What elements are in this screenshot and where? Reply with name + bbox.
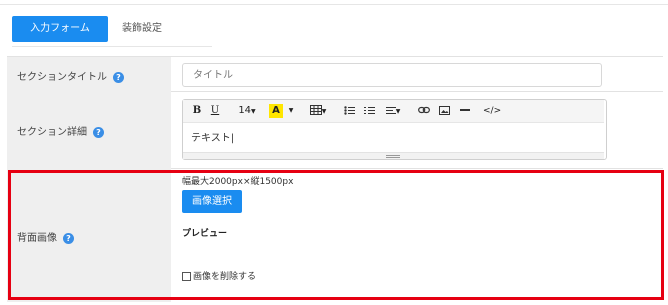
resize-handle[interactable] (183, 152, 604, 159)
row-label-background-image: 背面画像? (7, 168, 171, 302)
section-detail-label: セクション詳細 (17, 127, 87, 138)
row-label-section-title: セクションタイトル? (7, 57, 171, 91)
image-icon[interactable] (437, 104, 451, 118)
align-icon[interactable]: ▼ (383, 104, 403, 118)
form-tabs: 入力フォーム 装飾設定 (12, 16, 212, 47)
horizontal-rule-icon[interactable] (459, 104, 471, 118)
editor-toolbar: B U 14▼ A ▼ ▼ ▼ </> (183, 100, 604, 123)
numbered-list-icon[interactable] (363, 104, 375, 118)
section-title-input[interactable]: タイトル (182, 63, 602, 87)
delete-image-option[interactable]: 画像を削除する (182, 269, 256, 282)
underline-button[interactable]: U (209, 104, 221, 118)
row-section-title: セクションタイトル? タイトル (7, 57, 663, 92)
code-view-button[interactable]: </> (483, 104, 501, 118)
preview-label: プレビュー (182, 229, 228, 239)
help-icon[interactable]: ? (93, 126, 104, 138)
editor-content[interactable]: テキスト| (191, 129, 234, 144)
bold-button[interactable]: B (191, 104, 203, 118)
font-size-value: 14 (238, 105, 252, 116)
link-icon[interactable] (417, 104, 431, 118)
image-size-note: 幅最大2000px×縦1500px (182, 177, 294, 187)
row-background-image: 背面画像? 幅最大2000px×縦1500px 画像選択 プレビュー 画像を削除… (7, 168, 663, 302)
delete-image-checkbox[interactable] (182, 272, 191, 281)
tab-input-form[interactable]: 入力フォーム (12, 16, 108, 42)
font-color-button[interactable]: A (269, 104, 283, 118)
help-icon[interactable]: ? (63, 232, 74, 244)
section-title-label: セクションタイトル (17, 72, 107, 83)
delete-image-label: 画像を削除する (193, 272, 257, 282)
background-image-label: 背面画像 (17, 233, 57, 244)
row-section-detail: セクション詳細? B U 14▼ A ▼ ▼ ▼ </> テキスト| (7, 91, 663, 169)
form-table: セクションタイトル? タイトル セクション詳細? B U 14▼ A ▼ ▼ ▼… (7, 56, 663, 302)
bullet-list-icon[interactable] (343, 104, 355, 118)
chevron-down-icon[interactable]: ▼ (287, 104, 295, 118)
tab-decoration-settings[interactable]: 装飾設定 (122, 16, 162, 42)
chevron-down-icon: ▼ (251, 108, 256, 115)
select-image-button[interactable]: 画像選択 (182, 190, 242, 213)
help-icon[interactable]: ? (113, 71, 124, 83)
table-icon[interactable]: ▼ (307, 104, 329, 118)
top-divider (0, 0, 668, 5)
row-label-section-detail: セクション詳細? (7, 91, 171, 168)
font-size-dropdown[interactable]: 14▼ (235, 104, 259, 118)
rich-text-editor: B U 14▼ A ▼ ▼ ▼ </> テキスト| (182, 99, 607, 160)
